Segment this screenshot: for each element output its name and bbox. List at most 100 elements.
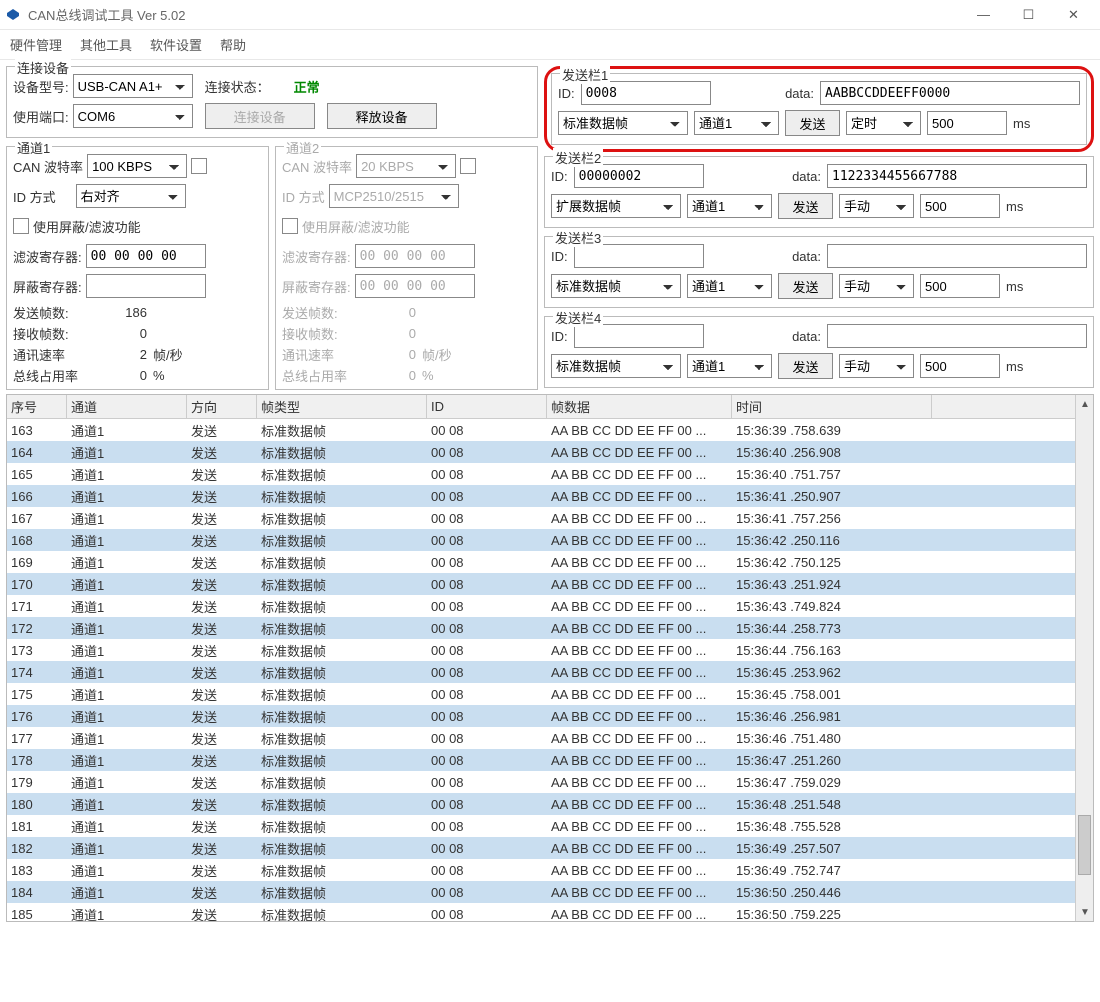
send2-mode-select[interactable]: 手动 [839,194,914,218]
scroll-down-icon[interactable]: ▼ [1077,904,1093,920]
send3-send-button[interactable]: 发送 [778,273,833,299]
send4-send-button[interactable]: 发送 [778,353,833,379]
connect-button[interactable]: 连接设备 [205,103,315,129]
ch1-rx-label: 接收帧数: [13,324,93,343]
ch1-baud-select[interactable]: 100 KBPS [87,154,187,178]
scroll-up-icon[interactable]: ▲ [1077,396,1093,412]
send1-data-input[interactable] [820,81,1080,105]
send2-data-label: data: [792,169,821,184]
table-row[interactable]: 165通道1发送标准数据帧00 08AA BB CC DD EE FF 00 .… [7,463,1075,485]
table-row[interactable]: 178通道1发送标准数据帧00 08AA BB CC DD EE FF 00 .… [7,749,1075,771]
maximize-button[interactable]: ☐ [1006,1,1051,29]
app-icon [4,6,22,24]
ch1-filter-checkbox[interactable] [13,218,29,234]
send2-send-button[interactable]: 发送 [778,193,833,219]
minimize-button[interactable]: — [961,1,1006,29]
send4-mode-select[interactable]: 手动 [839,354,914,378]
send4-data-label: data: [792,329,821,344]
table-row[interactable]: 181通道1发送标准数据帧00 08AA BB CC DD EE FF 00 .… [7,815,1075,837]
send1-highlight: 发送栏1 ID: data: 标准数据帧 通道1 发送 定时 ms [544,66,1094,152]
send3-interval-input[interactable] [920,274,1000,298]
send2-id-input[interactable] [574,164,704,188]
send4-frame-select[interactable]: 标准数据帧 [551,354,681,378]
ch2-baud-select: 20 KBPS [356,154,456,178]
ch2-baud-label: CAN 波特率 [282,157,352,176]
th-dir[interactable]: 方向 [187,395,257,418]
send2-data-input[interactable] [827,164,1087,188]
table-row[interactable]: 180通道1发送标准数据帧00 08AA BB CC DD EE FF 00 .… [7,793,1075,815]
log-table: 序号 通道 方向 帧类型 ID 帧数据 时间 163通道1发送标准数据帧00 0… [6,394,1094,922]
table-row[interactable]: 169通道1发送标准数据帧00 08AA BB CC DD EE FF 00 .… [7,551,1075,573]
send2-channel-select[interactable]: 通道1 [687,194,772,218]
menu-software[interactable]: 软件设置 [150,35,202,54]
send4-interval-input[interactable] [920,354,1000,378]
send3-ms-label: ms [1006,279,1023,294]
table-row[interactable]: 175通道1发送标准数据帧00 08AA BB CC DD EE FF 00 .… [7,683,1075,705]
ch2-tx-value: 0 [362,305,422,320]
th-seq[interactable]: 序号 [7,395,67,418]
send1-channel-select[interactable]: 通道1 [694,111,779,135]
ch1-maskreg-input[interactable] [86,274,206,298]
table-row[interactable]: 184通道1发送标准数据帧00 08AA BB CC DD EE FF 00 .… [7,881,1075,903]
send1-interval-input[interactable] [927,111,1007,135]
ch1-idmode-label: ID 方式 [13,187,56,206]
send3-id-input[interactable] [574,244,704,268]
table-row[interactable]: 167通道1发送标准数据帧00 08AA BB CC DD EE FF 00 .… [7,507,1075,529]
menu-help[interactable]: 帮助 [220,35,246,54]
table-scrollbar[interactable]: ▲ ▼ [1075,395,1093,921]
send4-ms-label: ms [1006,359,1023,374]
send4-legend: 发送栏4 [553,308,603,327]
table-row[interactable]: 170通道1发送标准数据帧00 08AA BB CC DD EE FF 00 .… [7,573,1075,595]
close-button[interactable]: ✕ [1051,1,1096,29]
release-button[interactable]: 释放设备 [327,103,437,129]
menu-hardware[interactable]: 硬件管理 [10,35,62,54]
table-row[interactable]: 163通道1发送标准数据帧00 08AA BB CC DD EE FF 00 .… [7,419,1075,441]
channel2-group: 通道2 CAN 波特率 20 KBPS ID 方式 MCP2510/2515 使… [275,146,538,390]
table-row[interactable]: 168通道1发送标准数据帧00 08AA BB CC DD EE FF 00 .… [7,529,1075,551]
send2-interval-input[interactable] [920,194,1000,218]
th-time[interactable]: 时间 [732,395,932,418]
table-row[interactable]: 183通道1发送标准数据帧00 08AA BB CC DD EE FF 00 .… [7,859,1075,881]
table-row[interactable]: 172通道1发送标准数据帧00 08AA BB CC DD EE FF 00 .… [7,617,1075,639]
send4-channel-select[interactable]: 通道1 [687,354,772,378]
ch1-idmode-select[interactable]: 右对齐 [76,184,186,208]
send3-frame-select[interactable]: 标准数据帧 [551,274,681,298]
table-row[interactable]: 179通道1发送标准数据帧00 08AA BB CC DD EE FF 00 .… [7,771,1075,793]
table-row[interactable]: 177通道1发送标准数据帧00 08AA BB CC DD EE FF 00 .… [7,727,1075,749]
table-row[interactable]: 176通道1发送标准数据帧00 08AA BB CC DD EE FF 00 .… [7,705,1075,727]
port-select[interactable]: COM6 [73,104,193,128]
send4-data-input[interactable] [827,324,1087,348]
send2-frame-select[interactable]: 扩展数据帧 [551,194,681,218]
send3-data-input[interactable] [827,244,1087,268]
th-type[interactable]: 帧类型 [257,395,427,418]
table-row[interactable]: 173通道1发送标准数据帧00 08AA BB CC DD EE FF 00 .… [7,639,1075,661]
send4-id-input[interactable] [574,324,704,348]
ch2-bus-unit: % [422,368,462,383]
table-row[interactable]: 174通道1发送标准数据帧00 08AA BB CC DD EE FF 00 .… [7,661,1075,683]
send1-id-input[interactable] [581,81,711,105]
send1-mode-select[interactable]: 定时 [846,111,921,135]
ch1-filter-label: 使用屏蔽/滤波功能 [33,217,141,236]
send3-mode-select[interactable]: 手动 [839,274,914,298]
table-row[interactable]: 185通道1发送标准数据帧00 08AA BB CC DD EE FF 00 .… [7,903,1075,921]
model-label: 设备型号: [13,77,69,96]
send1-frame-select[interactable]: 标准数据帧 [558,111,688,135]
th-id[interactable]: ID [427,395,547,418]
scroll-thumb[interactable] [1078,815,1091,875]
ch2-filterreg-input [355,244,475,268]
send1-send-button[interactable]: 发送 [785,110,840,136]
table-row[interactable]: 166通道1发送标准数据帧00 08AA BB CC DD EE FF 00 .… [7,485,1075,507]
title-bar: CAN总线调试工具 Ver 5.02 — ☐ ✕ [0,0,1100,30]
ch2-rate-value: 0 [362,347,422,362]
table-row[interactable]: 171通道1发送标准数据帧00 08AA BB CC DD EE FF 00 .… [7,595,1075,617]
model-select[interactable]: USB-CAN A1+ [73,74,193,98]
th-data[interactable]: 帧数据 [547,395,732,418]
send1-data-label: data: [785,86,814,101]
th-ch[interactable]: 通道 [67,395,187,418]
ch1-baud-checkbox[interactable] [191,158,207,174]
menu-other[interactable]: 其他工具 [80,35,132,54]
table-row[interactable]: 164通道1发送标准数据帧00 08AA BB CC DD EE FF 00 .… [7,441,1075,463]
table-row[interactable]: 182通道1发送标准数据帧00 08AA BB CC DD EE FF 00 .… [7,837,1075,859]
ch1-filterreg-input[interactable] [86,244,206,268]
send3-channel-select[interactable]: 通道1 [687,274,772,298]
